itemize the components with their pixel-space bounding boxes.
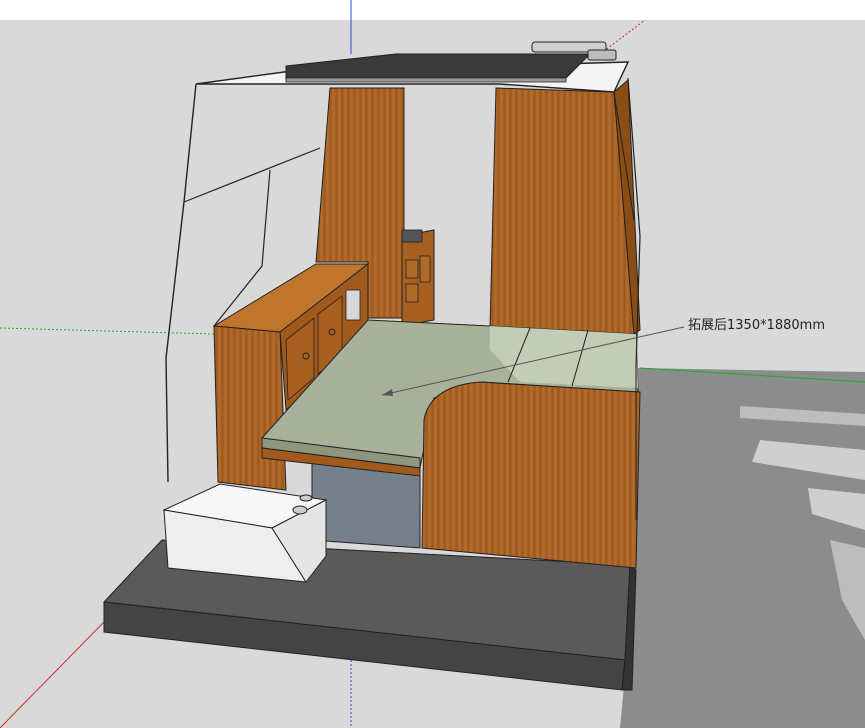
wall-panel-right[interactable] [489, 87, 635, 335]
tank-cap-1[interactable] [292, 505, 308, 515]
sketchup-viewport[interactable]: 拓展后1350*1880mm [0, 0, 865, 728]
stove-top[interactable] [401, 229, 423, 243]
van-interior-3d-model[interactable] [0, 0, 865, 728]
cabinet-inset [345, 289, 361, 321]
left-cabinet-side[interactable] [213, 325, 287, 491]
kitchen-drawer-2[interactable] [405, 283, 419, 303]
wheel-arch-panel[interactable] [421, 381, 641, 569]
kitchen-drawer-1[interactable] [405, 259, 419, 279]
sky-background [0, 0, 865, 20]
roof-vent-cap [587, 49, 617, 61]
kitchen-drawer-3[interactable] [419, 255, 431, 283]
tank-cap-2[interactable] [299, 494, 313, 502]
dimension-annotation[interactable]: 拓展后1350*1880mm [688, 318, 825, 334]
solar-panel-edge [285, 77, 567, 83]
